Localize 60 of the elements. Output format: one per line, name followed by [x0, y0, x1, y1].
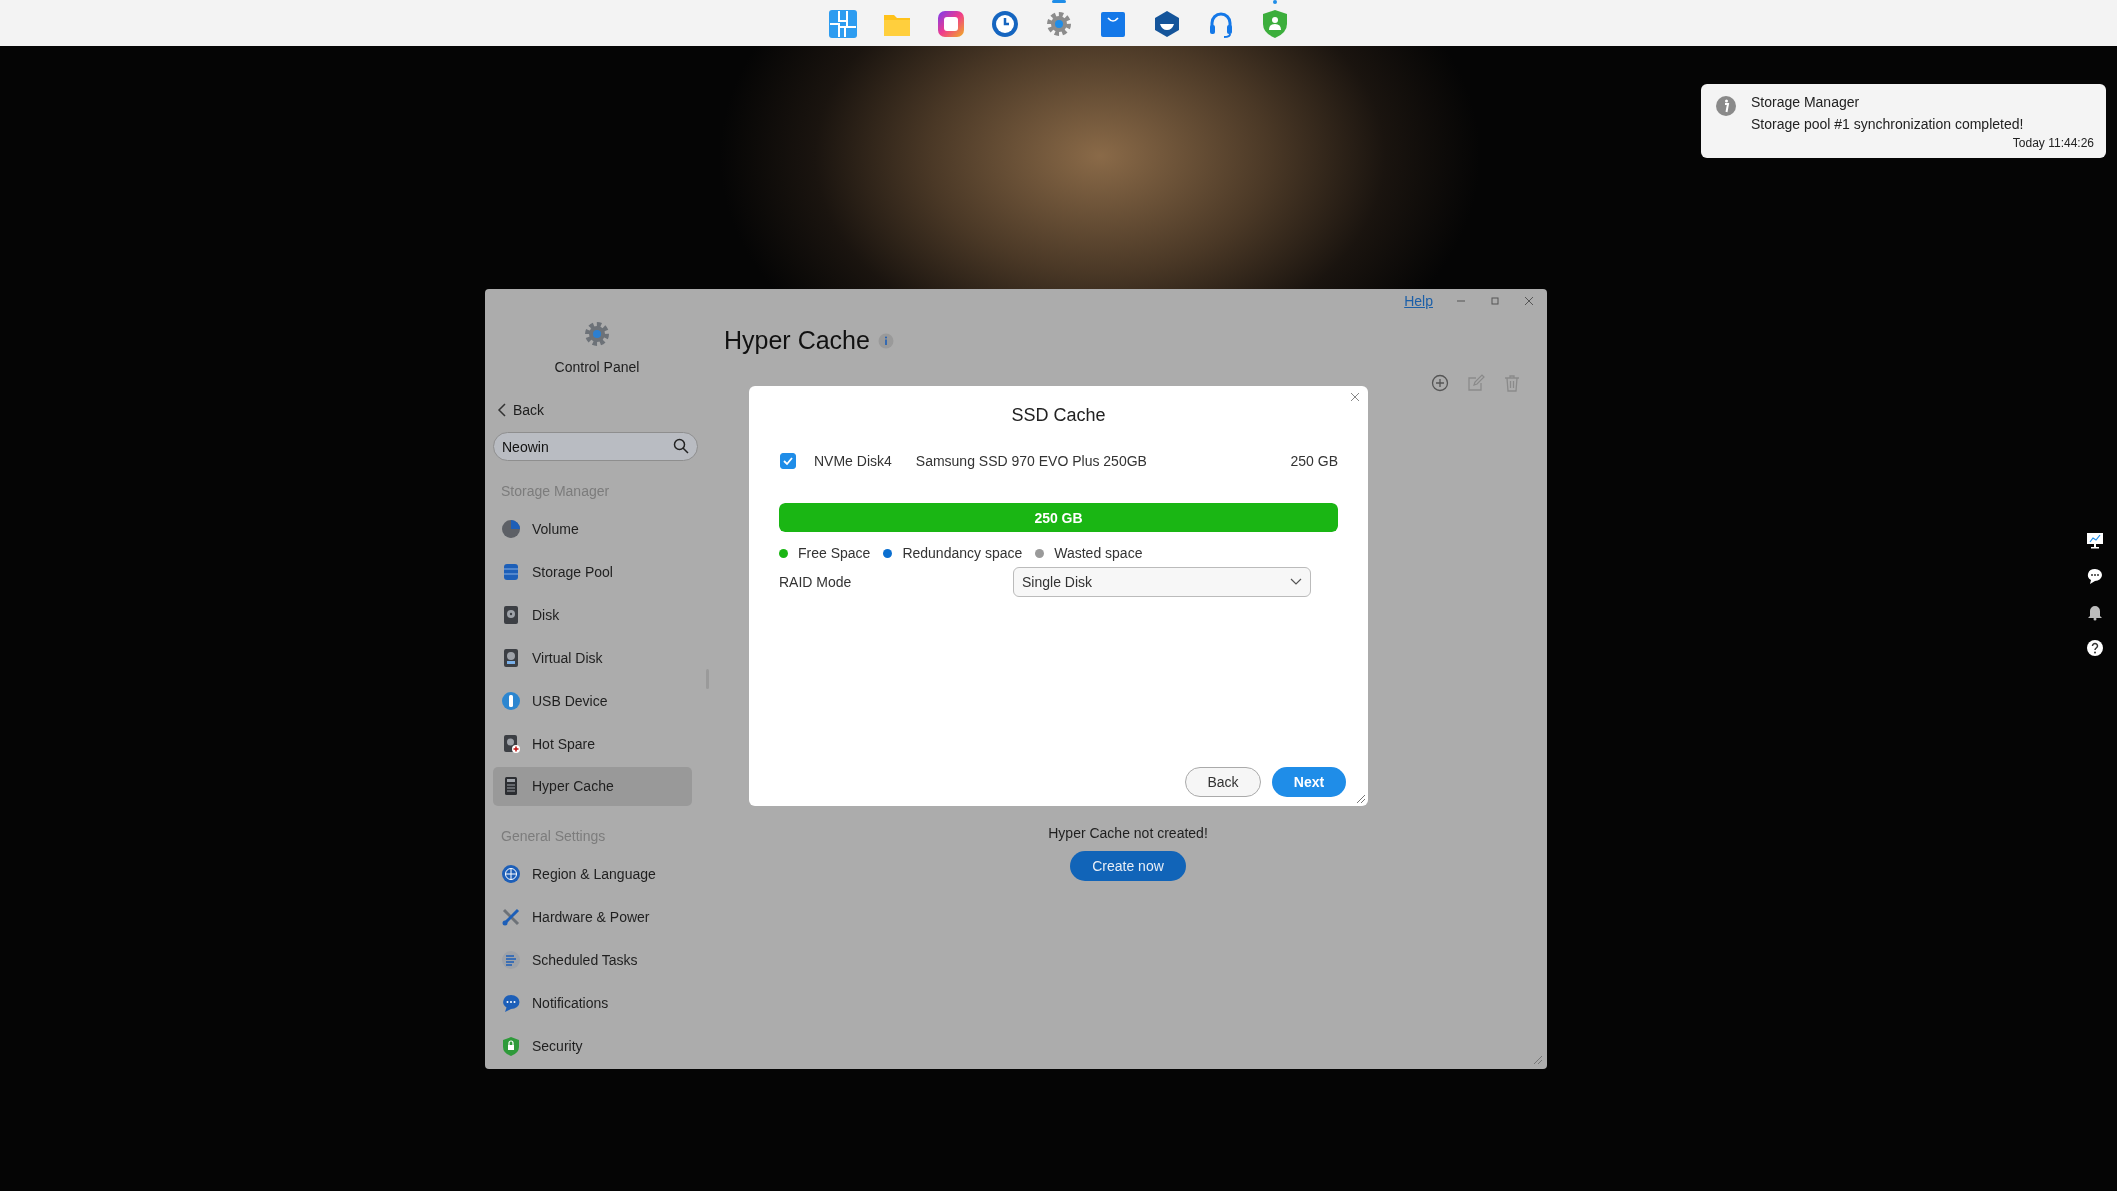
add-icon[interactable] [1431, 374, 1449, 392]
sidebar-item[interactable]: Region & Language [493, 854, 692, 894]
hard-drive-plus-icon [501, 733, 521, 754]
search-field[interactable]: Neowin [493, 432, 698, 461]
chevron-left-icon [497, 403, 507, 417]
sidebar-item[interactable]: Hot Spare [493, 724, 692, 763]
hard-drive-icon [501, 647, 521, 668]
chat-bubble-icon [501, 992, 521, 1013]
page-title: Hyper Cache [724, 326, 870, 355]
bell-icon[interactable] [2086, 603, 2104, 621]
legend-label: Redundancy space [902, 545, 1023, 561]
back-link[interactable]: Back [497, 402, 545, 418]
chevron-down-icon [1290, 578, 1302, 586]
globe-icon [501, 864, 521, 885]
disk-model: Samsung SSD 970 EVO Plus 250GB [915, 453, 1147, 469]
empty-message: Hyper Cache not created! [1048, 825, 1208, 841]
disk-name: NVMe Disk4 [814, 453, 892, 469]
tools-icon [501, 907, 521, 928]
raid-mode-dropdown[interactable]: Single Disk [1013, 567, 1311, 597]
disk-size: 250 GB [1290, 453, 1338, 469]
sidebar-item[interactable]: Virtual Disk [493, 638, 692, 678]
raid-mode-label: RAID Mode [779, 574, 853, 590]
shield-lock-icon [501, 1035, 521, 1056]
hard-drive-icon [501, 605, 521, 626]
info-icon [1715, 95, 1737, 117]
notification-title: Storage Manager [1751, 94, 1861, 110]
sidebar-item[interactable]: Security [493, 1026, 692, 1065]
sidebar-item[interactable]: Disk [493, 595, 692, 635]
notification-time: Today 11:44:26 [2012, 136, 2094, 150]
close-icon[interactable] [1350, 392, 1360, 402]
resize-grip-icon[interactable] [1531, 1053, 1543, 1065]
sidebar-item[interactable]: Hardware & Power [493, 897, 692, 937]
app-title: Control Panel [554, 359, 640, 375]
list-icon [501, 949, 521, 970]
pie-chart-icon [501, 519, 521, 540]
create-now-button[interactable]: Create now [1070, 851, 1186, 881]
checkbox[interactable] [780, 453, 796, 469]
sidebar-item[interactable]: Storage Pool [493, 552, 692, 592]
close-icon[interactable] [1523, 295, 1535, 307]
search-icon[interactable] [673, 438, 689, 454]
legend-label: Free Space [798, 545, 871, 561]
back-button[interactable]: Back [1185, 767, 1261, 797]
sidebar-item[interactable]: Hyper Cache [493, 766, 692, 806]
help-icon[interactable] [2086, 639, 2104, 657]
sidebar-item[interactable]: Notifications [493, 983, 692, 1023]
info-icon[interactable] [877, 332, 894, 349]
chart-monitor-icon[interactable] [2086, 531, 2104, 549]
sidebar-item[interactable]: USB Device [493, 681, 692, 721]
chat-bubble-icon[interactable] [2086, 567, 2104, 585]
sidebar-item[interactable]: Volume [493, 510, 692, 549]
legend-label: Wasted space [1054, 545, 1143, 561]
capacity-label: 250 GB [1034, 509, 1083, 526]
dialog-title: SSD Cache [1010, 405, 1107, 426]
notification-message: Storage pool #1 synchronization completed! [1751, 116, 2025, 132]
resize-grip-icon[interactable] [1354, 792, 1366, 804]
gear-icon [583, 320, 611, 348]
usb-stick-icon [501, 690, 521, 711]
database-icon [501, 562, 521, 583]
sidebar-item[interactable]: Scheduled Tasks [493, 940, 692, 980]
maximize-icon[interactable] [1489, 295, 1501, 307]
